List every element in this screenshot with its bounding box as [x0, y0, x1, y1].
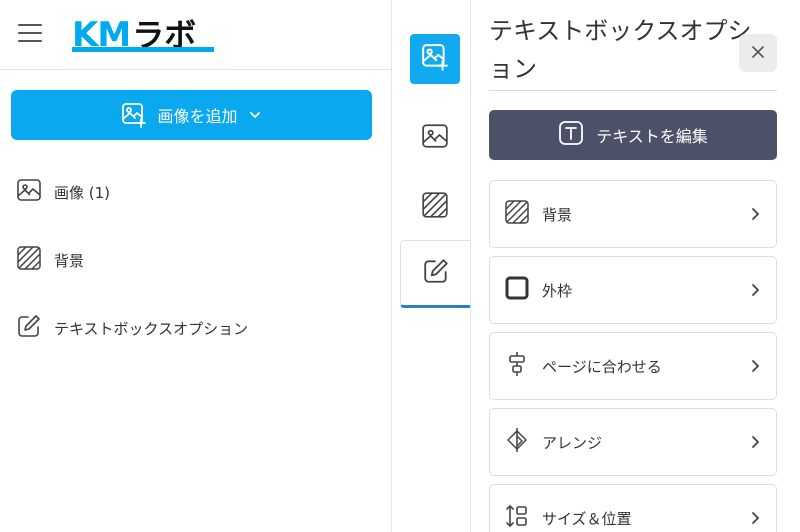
option-label: 外枠 — [542, 281, 573, 300]
option-arrange[interactable]: アレンジ — [489, 408, 777, 476]
close-icon — [751, 44, 765, 63]
left-item-label: 背景 — [54, 251, 85, 270]
left-item-background[interactable]: 背景 — [16, 246, 84, 274]
option-size-position[interactable]: サイズ＆位置 — [489, 484, 777, 532]
add-image-icon — [121, 102, 147, 128]
top-bar: KM ラボ — [0, 0, 392, 70]
close-button[interactable] — [739, 34, 777, 72]
add-image-icon — [421, 43, 449, 75]
tab-images[interactable] — [400, 104, 470, 172]
option-border[interactable]: 外枠 — [489, 256, 777, 324]
option-label: アレンジ — [542, 433, 603, 452]
edit-text-label: テキストを編集 — [596, 127, 708, 146]
image-icon — [16, 177, 42, 207]
option-label: サイズ＆位置 — [542, 509, 632, 528]
textbox-options-panel: テキストボックスオプション テキストを編集 背景 外枠 ページに合わせる アレン… — [470, 0, 800, 532]
logo-underline — [72, 47, 214, 52]
resize-vertical-icon — [504, 503, 530, 532]
vertical-tab-bar — [400, 0, 470, 532]
tab-add-image[interactable] — [400, 25, 470, 93]
hatch-icon — [421, 191, 449, 223]
hatch-icon — [504, 199, 530, 229]
align-center-icon — [504, 351, 530, 381]
edit-icon — [422, 257, 450, 289]
tab-textbox-options[interactable] — [400, 240, 470, 308]
left-panel: KM ラボ 画像を追加 画像 (1) 背景 テキストボックスオプション — [0, 0, 392, 532]
left-item-label: テキストボックスオプション — [54, 319, 249, 338]
panel-title: テキストボックスオプション — [489, 17, 752, 83]
left-item-textbox-options[interactable]: テキストボックスオプション — [16, 314, 248, 342]
layers-icon — [504, 427, 530, 457]
chevron-right-icon — [748, 509, 762, 531]
square-border-icon — [504, 275, 530, 305]
image-icon — [421, 122, 449, 154]
hamburger-menu-icon[interactable] — [18, 24, 42, 44]
chevron-down-icon — [248, 108, 262, 122]
chevron-right-icon — [748, 205, 762, 227]
add-image-label: 画像を追加 — [157, 107, 238, 126]
add-image-tab-box — [410, 34, 460, 84]
tab-background[interactable] — [400, 173, 470, 241]
chevron-right-icon — [748, 357, 762, 379]
title-divider — [489, 90, 777, 91]
option-background[interactable]: 背景 — [489, 180, 777, 248]
option-label: 背景 — [542, 205, 573, 224]
text-box-icon — [558, 120, 584, 150]
hatch-icon — [16, 245, 42, 275]
edit-text-button[interactable]: テキストを編集 — [489, 110, 777, 160]
chevron-right-icon — [748, 433, 762, 455]
edit-icon — [16, 313, 42, 343]
option-fit-to-page[interactable]: ページに合わせる — [489, 332, 777, 400]
left-item-label: 画像 (1) — [54, 183, 111, 202]
option-label: ページに合わせる — [542, 357, 662, 376]
left-item-images[interactable]: 画像 (1) — [16, 178, 110, 206]
add-image-button[interactable]: 画像を追加 — [11, 90, 372, 140]
chevron-right-icon — [748, 281, 762, 303]
